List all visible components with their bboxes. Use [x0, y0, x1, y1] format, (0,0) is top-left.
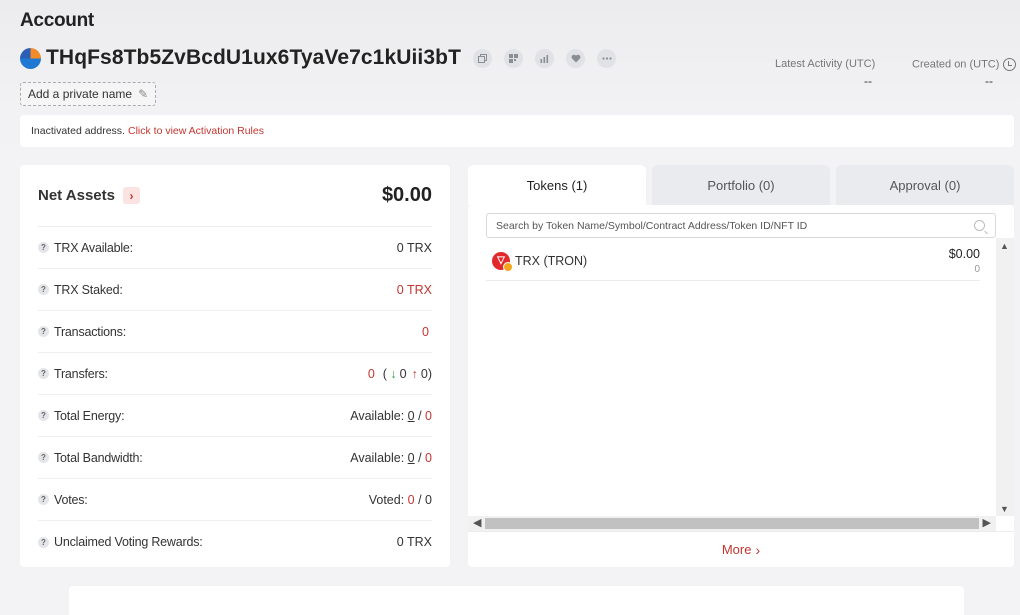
latest-activity-value: --	[864, 74, 872, 88]
banner-text: Inactivated address.	[31, 125, 125, 137]
avatar	[20, 47, 41, 69]
net-assets-card: Net Assets › $0.00 ? TRX Available: 0 TR…	[20, 165, 450, 567]
row-label: Total Energy:	[54, 408, 125, 423]
transfers-total[interactable]: 0	[368, 367, 375, 381]
trx-staked-value[interactable]: 0 TRX	[397, 283, 432, 297]
help-icon[interactable]: ?	[38, 410, 49, 421]
net-assets-header: Net Assets › $0.00	[38, 165, 432, 227]
search-icon[interactable]	[974, 220, 985, 231]
available-prefix: Available:	[350, 450, 405, 465]
copy-icon[interactable]	[473, 48, 492, 68]
row-label: Total Bandwidth:	[54, 450, 143, 465]
history-icon[interactable]	[1003, 58, 1017, 71]
token-usd-value: $0.00	[948, 246, 980, 261]
votes-voted[interactable]: 0	[408, 493, 415, 507]
votes-total: 0	[425, 492, 432, 507]
page-title: Account	[20, 10, 94, 31]
chart-icon[interactable]	[535, 48, 554, 68]
row-label: Votes:	[54, 492, 88, 507]
vertical-scrollbar[interactable]: ▲ ▼	[996, 238, 1014, 516]
qr-code-icon[interactable]	[504, 48, 523, 68]
chevron-right-icon: ›	[755, 541, 761, 558]
transfers-row: ? Transfers: 0 ( ↓ 0 ↑ 0 )	[38, 353, 432, 395]
account-address: THqFs8Tb5ZvBcdU1ux6TyaVe7c1kUii3bT	[46, 46, 461, 69]
latest-activity-label: Latest Activity (UTC)	[775, 58, 876, 70]
help-icon[interactable]: ?	[38, 452, 49, 463]
votes-value: Voted: 0 / 0	[368, 492, 432, 507]
available-prefix: Available:	[350, 408, 405, 423]
scroll-right-icon[interactable]: ▶	[983, 516, 991, 529]
transfers-value: 0 ( ↓ 0 ↑ 0 )	[367, 366, 432, 381]
horizontal-scrollbar[interactable]: ◀ ▶	[468, 516, 996, 531]
activation-rules-link[interactable]: Click to view Activation Rules	[128, 125, 264, 137]
energy-total: 0	[425, 408, 432, 423]
total-energy-value: Available: 0 / 0	[350, 408, 432, 423]
tab-tokens[interactable]: Tokens (1)	[468, 165, 646, 205]
voted-prefix: Voted:	[368, 492, 405, 507]
total-bandwidth-value: Available: 0 / 0	[350, 450, 432, 465]
total-bandwidth-row: ? Total Bandwidth: Available: 0 / 0	[38, 437, 432, 479]
token-name[interactable]: TRX (TRON)	[515, 254, 587, 268]
help-icon[interactable]: ?	[38, 536, 49, 548]
token-amount: 0	[974, 263, 980, 275]
help-icon[interactable]: ?	[38, 494, 49, 505]
scrollbar-thumb[interactable]	[485, 518, 979, 529]
trx-available-row: ? TRX Available: 0 TRX	[38, 227, 432, 269]
row-label: Unclaimed Voting Rewards:	[54, 535, 203, 549]
more-icon[interactable]	[597, 48, 616, 68]
arrow-up-icon: ↑	[411, 366, 418, 381]
created-on-group: Created on (UTC)	[912, 58, 1017, 71]
tokens-panel: Search by Token Name/Symbol/Contract Add…	[468, 205, 1014, 567]
bandwidth-total: 0	[425, 450, 432, 465]
private-name-label: Add a private name	[28, 87, 133, 101]
search-placeholder: Search by Token Name/Symbol/Contract Add…	[496, 219, 808, 232]
row-label: Transactions:	[54, 324, 126, 339]
asset-tabs: Tokens (1) Portfolio (0) Approval (0)	[468, 165, 1014, 205]
energy-available: 0	[407, 408, 415, 423]
help-icon[interactable]: ?	[38, 326, 49, 337]
arrow-down-icon: ↓	[390, 366, 397, 381]
more-label: More	[721, 542, 752, 557]
help-icon[interactable]: ?	[38, 368, 49, 379]
scroll-up-icon[interactable]: ▲	[1000, 241, 1009, 251]
transactions-row: ? Transactions: 0	[38, 311, 432, 353]
add-private-name-button[interactable]: Add a private name ✎	[20, 82, 157, 106]
bandwidth-available: 0	[407, 450, 415, 465]
bottom-panel	[69, 586, 964, 615]
token-values: $0.00 0	[949, 247, 980, 275]
address-row: THqFs8Tb5ZvBcdU1ux6TyaVe7c1kUii3bT	[20, 44, 628, 72]
scroll-left-icon[interactable]: ◀	[473, 516, 481, 529]
transactions-value[interactable]: 0	[422, 325, 429, 339]
scroll-down-icon[interactable]: ▼	[1000, 504, 1009, 514]
tron-logo-icon: ▽	[492, 251, 513, 272]
trx-available-value: 0 TRX	[396, 240, 432, 255]
transfers-out: 0	[420, 366, 428, 381]
token-search-input[interactable]: Search by Token Name/Symbol/Contract Add…	[486, 213, 996, 238]
help-icon[interactable]: ?	[38, 242, 49, 253]
trx-staked-row: ? TRX Staked: 0 TRX	[38, 269, 432, 311]
created-on-label: Created on (UTC)	[912, 58, 1000, 71]
unclaimed-rewards-row: ? Unclaimed Voting Rewards: 0 TRX	[38, 521, 432, 563]
token-row[interactable]: ▽ TRX (TRON) $0.00 0	[486, 241, 980, 281]
transfers-in: 0	[399, 366, 407, 381]
heart-icon[interactable]	[566, 48, 585, 68]
net-assets-amount: $0.00	[381, 184, 432, 206]
row-label: Transfers:	[54, 366, 108, 381]
address-actions	[473, 48, 628, 68]
activation-banner: Inactivated address. Click to view Activ…	[20, 115, 1014, 147]
row-label: TRX Available:	[54, 240, 133, 255]
total-energy-row: ? Total Energy: Available: 0 / 0	[38, 395, 432, 437]
votes-row: ? Votes: Voted: 0 / 0	[38, 479, 432, 521]
row-label: TRX Staked:	[54, 282, 123, 297]
tab-approval[interactable]: Approval (0)	[836, 165, 1014, 205]
chevron-right-icon[interactable]: ›	[122, 187, 140, 204]
created-on-value: --	[985, 74, 993, 88]
net-assets-title: Net Assets	[38, 187, 115, 204]
pencil-icon: ✎	[138, 87, 149, 101]
more-button[interactable]: More ›	[468, 531, 1014, 567]
unclaimed-rewards-value: 0 TRX	[396, 535, 432, 549]
tab-portfolio[interactable]: Portfolio (0)	[652, 165, 830, 205]
help-icon[interactable]: ?	[38, 284, 49, 295]
